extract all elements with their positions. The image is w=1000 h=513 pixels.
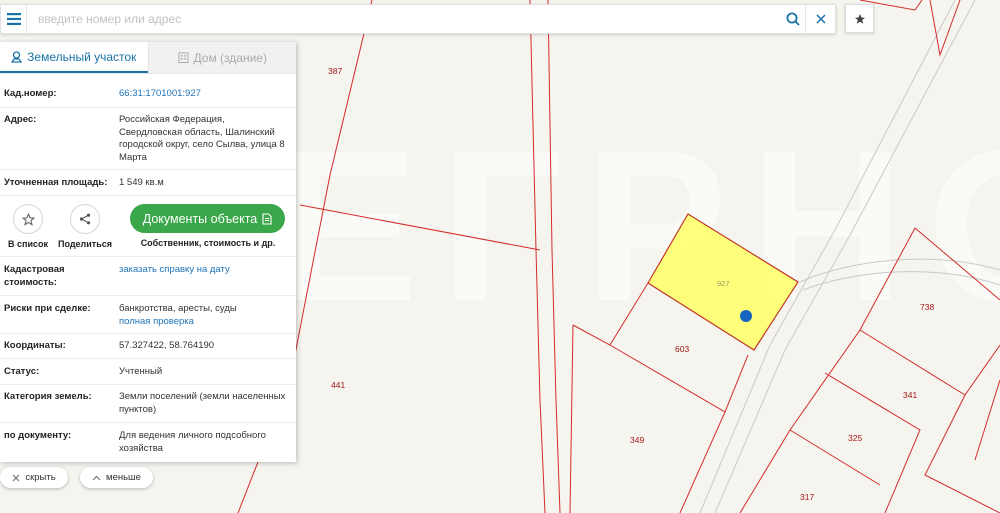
- less-label: меньше: [106, 472, 141, 483]
- cadnum-label: Кад.номер:: [4, 88, 57, 99]
- search-bar: [0, 4, 836, 34]
- map-watermark: ЕГРНОС: [275, 105, 1000, 346]
- status-value: Учтенный: [119, 366, 163, 377]
- area-value: 1 549 кв.м: [119, 177, 164, 188]
- by-document-value: Для ведения личного подсобного хозяйства: [119, 430, 266, 454]
- cadnum-value[interactable]: 66:31:1701001:927: [119, 88, 289, 101]
- tab-land-plot[interactable]: Земельный участок: [0, 42, 148, 73]
- object-documents-button[interactable]: Документы объекта: [130, 204, 285, 233]
- tab-land-plot-label: Земельный участок: [27, 49, 137, 64]
- plot-number: 738: [920, 302, 934, 312]
- object-documents-label: Документы объекта: [142, 211, 258, 226]
- order-certificate-link[interactable]: заказать справку на дату: [119, 264, 289, 277]
- hide-panel-button[interactable]: скрыть: [0, 467, 68, 488]
- divider: [0, 169, 296, 170]
- tab-house-label: Дом (здание): [193, 50, 267, 65]
- by-document-label: по документу:: [4, 430, 72, 441]
- menu-button[interactable]: [1, 5, 27, 33]
- search-icon: [786, 12, 800, 26]
- share-label: Поделиться: [57, 239, 112, 249]
- plot-number: 603: [675, 344, 689, 354]
- close-small-icon: [12, 474, 20, 481]
- divider: [0, 333, 296, 334]
- divider: [0, 384, 296, 385]
- hide-panel-label: скрыть: [25, 472, 56, 483]
- tab-house[interactable]: Дом (здание): [147, 42, 296, 73]
- divider: [0, 195, 296, 196]
- coordinates-value: 57.327422, 58.764190: [119, 340, 215, 351]
- divider: [0, 358, 296, 359]
- close-icon: [815, 14, 826, 24]
- plot-number: 325: [848, 433, 862, 443]
- menu-icon: [6, 13, 21, 25]
- plot-number: 317: [800, 492, 814, 502]
- star-outline-icon: [21, 212, 35, 226]
- divider: [0, 422, 296, 423]
- land-plot-icon: [11, 50, 23, 63]
- area-label: Уточненная площадь:: [4, 177, 108, 188]
- plot-number: 349: [630, 435, 644, 445]
- building-icon: [178, 52, 189, 63]
- share-icon: [79, 213, 91, 225]
- divider: [0, 256, 296, 257]
- search-input[interactable]: [27, 6, 781, 32]
- land-category-label: Категория земель:: [4, 391, 92, 402]
- chevron-up-icon: [92, 475, 101, 480]
- search-button[interactable]: [781, 5, 805, 33]
- share-button[interactable]: Поделиться: [55, 204, 115, 249]
- risks-value: банкротства, аресты, суды: [119, 303, 237, 314]
- less-button[interactable]: меньше: [80, 467, 153, 488]
- status-label: Статус:: [4, 366, 40, 377]
- plot-number: 341: [903, 390, 917, 400]
- save-to-list-label: В список: [8, 239, 48, 249]
- full-check-link[interactable]: полная проверка: [119, 316, 289, 329]
- coordinates-label: Координаты:: [4, 340, 66, 351]
- divider: [0, 107, 296, 108]
- panel-tabs: Земельный участок Дом (здание): [0, 42, 296, 74]
- plot-number: 441: [331, 380, 345, 390]
- address-value: Российская Федерация, Свердловская облас…: [119, 114, 285, 163]
- plot-number: 387: [328, 66, 342, 76]
- document-icon: [262, 212, 272, 225]
- save-to-list-button[interactable]: В список: [0, 204, 58, 249]
- divider: [0, 295, 296, 296]
- star-icon: [854, 13, 865, 24]
- plot-number: 927: [717, 279, 730, 288]
- favorites-button[interactable]: [845, 4, 874, 33]
- clear-search-button[interactable]: [805, 5, 835, 33]
- object-documents-subtitle: Собственник, стоимость и др.: [140, 238, 276, 248]
- land-category-value: Земли поселений (земли населенных пункто…: [119, 391, 286, 415]
- location-marker[interactable]: [740, 310, 752, 322]
- cadastral-cost-label: Кадастровая стоимость:: [4, 264, 65, 288]
- address-label: Адрес:: [4, 114, 37, 125]
- risks-label: Риски при сделке:: [4, 303, 91, 314]
- object-info-panel: Земельный участок Дом (здание) Кад.номер…: [0, 42, 296, 462]
